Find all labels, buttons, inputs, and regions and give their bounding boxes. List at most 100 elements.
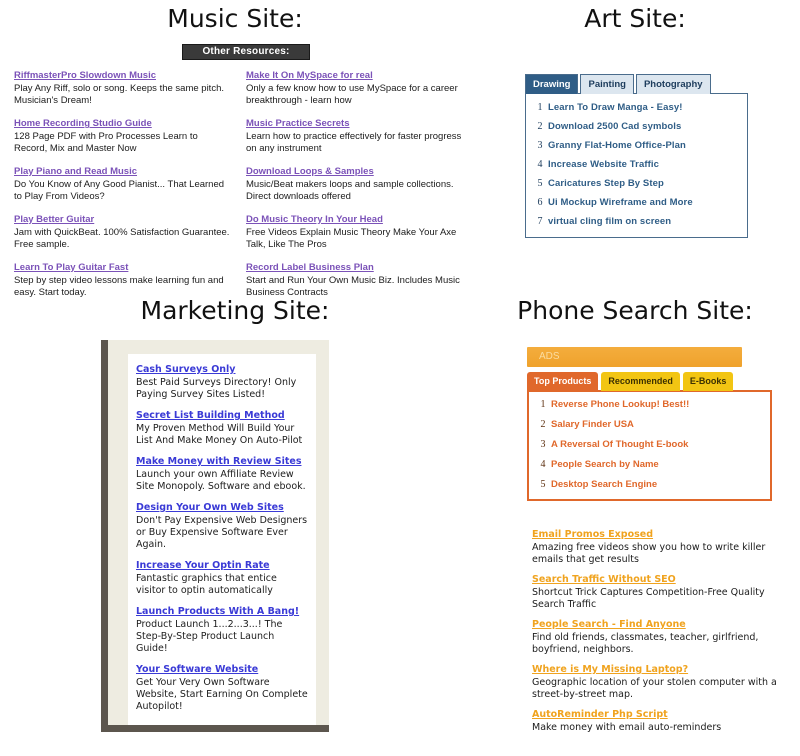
rank-number: 1 <box>537 102 543 113</box>
tab-recommended[interactable]: Recommended <box>601 372 680 391</box>
ad-link[interactable]: Launch Products With A Bang! <box>136 606 308 618</box>
ranked-list-item[interactable]: 1 Learn To Draw Manga - Easy! <box>532 102 741 113</box>
ad-link[interactable]: Search Traffic Without SEO <box>532 574 792 586</box>
ad-item: Where is My Missing Laptop? Geographic lo… <box>532 664 792 701</box>
ad-item: RiffmasterPro Slowdown Music Play Any Rif… <box>14 70 232 107</box>
ad-item: Launch Products With A Bang! Product Laun… <box>136 606 308 655</box>
ranked-item-link[interactable]: virtual cling film on screen <box>548 216 671 227</box>
rank-number: 6 <box>537 197 543 208</box>
ranked-item-link[interactable]: Salary Finder USA <box>551 419 634 430</box>
ad-link[interactable]: Cash Surveys Only <box>136 364 308 376</box>
ad-description: Shortcut Trick Captures Competition-Free… <box>532 587 765 610</box>
art-tab-bar: Drawing Painting Photography <box>525 74 748 94</box>
rank-number: 2 <box>540 419 546 430</box>
ranked-item-link[interactable]: Ui Mockup Wireframe and More <box>548 197 693 208</box>
ranked-list-item[interactable]: 7 virtual cling film on screen <box>532 216 741 227</box>
ad-link[interactable]: RiffmasterPro Slowdown Music <box>14 70 232 82</box>
ranked-list-item[interactable]: 3 A Reversal Of Thought E-book <box>535 439 764 450</box>
rank-number: 4 <box>540 459 546 470</box>
ranked-list-item[interactable]: 6 Ui Mockup Wireframe and More <box>532 197 741 208</box>
ad-link[interactable]: People Search - Find Anyone <box>532 619 792 631</box>
ad-link[interactable]: Increase Your Optin Rate <box>136 560 308 572</box>
ad-item: Secret List Building Method My Proven Met… <box>136 410 308 447</box>
ranked-list-item[interactable]: 4 People Search by Name <box>535 459 764 470</box>
marketing-ad-list: Cash Surveys Only Best Paid Surveys Direc… <box>128 354 316 725</box>
ad-item: Home Recording Studio Guide 128 Page PDF … <box>14 118 232 155</box>
phone-ad-widget: ADS Top Products Recommended E-Books 1 Reve… <box>527 347 772 501</box>
music-left-column: RiffmasterPro Slowdown Music Play Any Rif… <box>14 70 232 310</box>
ad-link[interactable]: Play Better Guitar <box>14 214 232 226</box>
ad-link[interactable]: Secret List Building Method <box>136 410 308 422</box>
ad-link[interactable]: Where is My Missing Laptop? <box>532 664 792 676</box>
ranked-list-item[interactable]: 3 Granny Flat-Home Office-Plan <box>532 140 741 151</box>
art-tab-content: 1 Learn To Draw Manga - Easy! 2 Download 25… <box>525 93 748 238</box>
ranked-list-item[interactable]: 2 Download 2500 Cad symbols <box>532 121 741 132</box>
ranked-item-link[interactable]: Increase Website Traffic <box>548 159 659 170</box>
ad-description: Free Videos Explain Music Theory Make Yo… <box>246 227 457 250</box>
ad-link[interactable]: Play Piano and Read Music <box>14 166 232 178</box>
tab-painting[interactable]: Painting <box>580 74 634 94</box>
music-ad-columns: RiffmasterPro Slowdown Music Play Any Rif… <box>14 70 464 310</box>
ad-description: Don't Pay Expensive Web Designers or Buy… <box>136 515 308 550</box>
ads-label-bar: ADS <box>527 347 742 367</box>
ad-item: Make It On MySpace for real Only a few kn… <box>246 70 464 107</box>
rank-number: 7 <box>537 216 543 227</box>
ranked-item-link[interactable]: Caricatures Step By Step <box>548 178 664 189</box>
ad-item: Record Label Business Plan Start and Run … <box>246 262 464 299</box>
music-right-column: Make It On MySpace for real Only a few kn… <box>246 70 464 310</box>
ad-link[interactable]: Record Label Business Plan <box>246 262 464 274</box>
tab-e-books[interactable]: E-Books <box>682 372 734 391</box>
tab-drawing[interactable]: Drawing <box>525 74 579 94</box>
ad-link[interactable]: Music Practice Secrets <box>246 118 464 130</box>
ad-item: Design Your Own Web Sites Don't Pay Expen… <box>136 502 308 551</box>
ad-link[interactable]: Download Loops & Samples <box>246 166 464 178</box>
ad-item: Music Practice Secrets Learn how to pract… <box>246 118 464 155</box>
ad-description: Best Paid Surveys Directory! Only Paying… <box>136 377 297 400</box>
ranked-item-link[interactable]: Download 2500 Cad symbols <box>548 121 681 132</box>
ad-link[interactable]: Make It On MySpace for real <box>246 70 464 82</box>
rank-number: 4 <box>537 159 543 170</box>
ad-link[interactable]: Make Money with Review Sites <box>136 456 308 468</box>
ad-description: Get Your Very Own Software Website, Star… <box>136 677 308 712</box>
ad-item: Your Software Website Get Your Very Own S… <box>136 664 308 713</box>
ad-description: Fantastic graphics that entice visitor t… <box>136 573 277 596</box>
rank-number: 5 <box>537 178 543 189</box>
ranked-item-link[interactable]: Reverse Phone Lookup! Best!! <box>551 399 689 410</box>
ranked-item-link[interactable]: Learn To Draw Manga - Easy! <box>548 102 683 113</box>
ranked-item-link[interactable]: Granny Flat-Home Office-Plan <box>548 140 686 151</box>
ad-link[interactable]: AutoReminder Php Script <box>532 709 792 721</box>
ad-link[interactable]: Design Your Own Web Sites <box>136 502 308 514</box>
phone-search-site-title: Phone Search Site: <box>517 296 753 325</box>
ad-link[interactable]: Your Software Website <box>136 664 308 676</box>
ad-item: Email Promos Exposed Amazing free videos … <box>532 529 792 566</box>
marketing-ad-frame: Cash Surveys Only Best Paid Surveys Direc… <box>101 340 329 732</box>
ranked-item-link[interactable]: A Reversal Of Thought E-book <box>551 439 688 450</box>
ranked-list-item[interactable]: 1 Reverse Phone Lookup! Best!! <box>535 399 764 410</box>
ad-description: Product Launch 1...2...3...! The Step-By… <box>136 619 283 654</box>
phone-ad-list: Email Promos Exposed Amazing free videos … <box>532 529 792 742</box>
ad-description: Find old friends, classmates, teacher, g… <box>532 632 759 655</box>
ad-link[interactable]: Home Recording Studio Guide <box>14 118 232 130</box>
ad-description: Make money with email auto-reminders <box>532 722 722 733</box>
ad-description: Music/Beat makers loops and sample colle… <box>246 179 454 202</box>
rank-number: 2 <box>537 121 543 132</box>
ad-item: People Search - Find Anyone Find old frie… <box>532 619 792 656</box>
ad-item: Do Music Theory In Your Head Free Videos … <box>246 214 464 251</box>
ad-description: Do You Know of Any Good Pianist... That … <box>14 179 225 202</box>
ranked-item-link[interactable]: People Search by Name <box>551 459 659 470</box>
ad-item: Search Traffic Without SEO Shortcut Trick… <box>532 574 792 611</box>
ad-link[interactable]: Email Promos Exposed <box>532 529 792 541</box>
ranked-item-link[interactable]: Desktop Search Engine <box>551 479 657 490</box>
ranked-list-item[interactable]: 2 Salary Finder USA <box>535 419 764 430</box>
ad-description: Amazing free videos show you how to writ… <box>532 542 766 565</box>
ad-description: Only a few know how to use MySpace for a… <box>246 83 458 106</box>
ranked-list-item[interactable]: 5 Caricatures Step By Step <box>532 178 741 189</box>
ad-link[interactable]: Do Music Theory In Your Head <box>246 214 464 226</box>
ad-link[interactable]: Learn To Play Guitar Fast <box>14 262 232 274</box>
tab-top-products[interactable]: Top Products <box>527 372 599 391</box>
ranked-list-item[interactable]: 5 Desktop Search Engine <box>535 479 764 490</box>
ad-item: Make Money with Review Sites Launch your … <box>136 456 308 493</box>
ad-description: 128 Page PDF with Pro Processes Learn to… <box>14 131 198 154</box>
tab-photography[interactable]: Photography <box>635 74 711 94</box>
ranked-list-item[interactable]: 4 Increase Website Traffic <box>532 159 741 170</box>
